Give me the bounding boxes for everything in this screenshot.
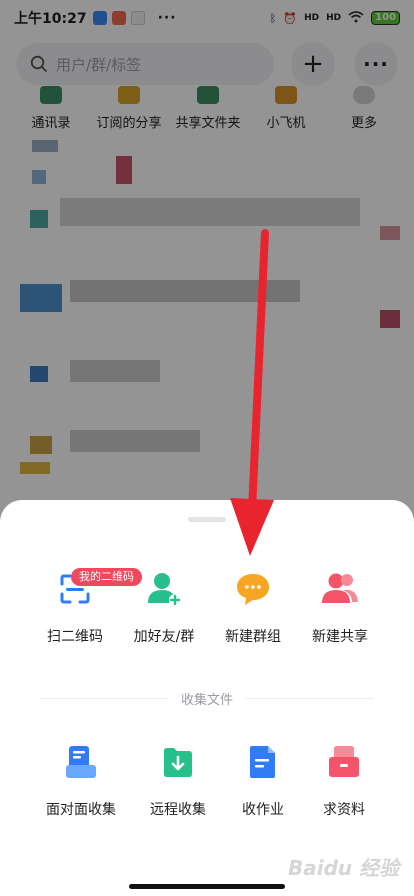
new-share-icon: [322, 573, 358, 603]
request-materials-button[interactable]: 求资料: [292, 741, 396, 819]
request-materials-icon: [329, 746, 359, 777]
collect-files-title: 收集文件: [181, 692, 234, 708]
homework-icon: [250, 746, 275, 778]
new-share-button[interactable]: 新建共享: [288, 568, 392, 646]
request-materials-label: 求资料: [323, 802, 365, 818]
add-friend-icon: [148, 573, 181, 606]
face-to-face-collect-button[interactable]: 面对面收集: [29, 741, 133, 819]
bottom-sheet: 扫二维码 我的二维码 加好友/群 新建群组 新建共享 收集文件 面对面收集 远程…: [0, 500, 414, 896]
collect-files-divider: 收集文件: [40, 687, 375, 709]
face-to-face-collect-icon: [66, 746, 96, 778]
home-indicator[interactable]: [129, 884, 285, 889]
remote-collect-icon: [164, 748, 192, 777]
watermark-logo: Baidu 经验: [288, 856, 400, 880]
divider-line: [245, 697, 375, 699]
new-share-label: 新建共享: [312, 629, 368, 645]
face-to-face-collect-label: 面对面收集: [46, 802, 116, 818]
divider-line: [40, 697, 169, 699]
new-group-chat-icon: [237, 574, 269, 605]
drag-handle[interactable]: [188, 517, 226, 522]
